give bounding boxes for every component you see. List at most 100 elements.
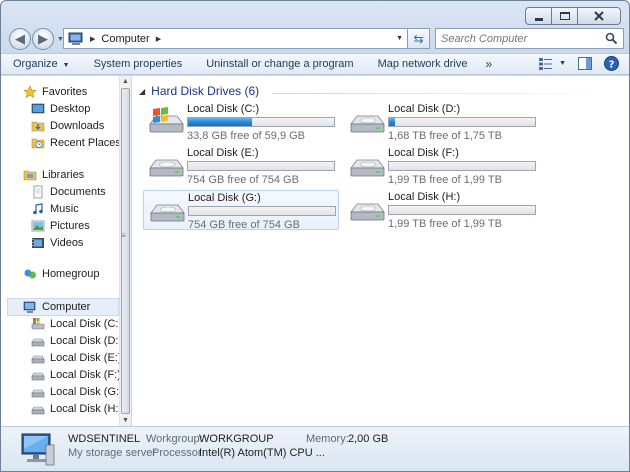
disk-free-space: 754 GB free of 754 GB (188, 219, 300, 231)
hard-drive-icon (31, 372, 45, 381)
arrow-left-icon: ◀ (15, 31, 25, 46)
nav-local-disk-h[interactable]: Local Disk (H:) (31, 401, 119, 417)
nav-computer[interactable]: Computer (7, 298, 119, 316)
hard-drive-icon (150, 204, 185, 222)
nav-desktop[interactable]: Desktop (31, 101, 90, 117)
refresh-button[interactable]: ⇆ (408, 28, 430, 49)
homegroup-icon (24, 269, 36, 279)
search-icon[interactable] (605, 32, 618, 45)
disk-name: Local Disk (H:) (388, 191, 461, 203)
nav-local-disk-d[interactable]: Local Disk (D:) (31, 333, 119, 349)
organize-label: Organize (13, 58, 58, 70)
preview-pane-icon[interactable] (578, 57, 592, 70)
search-box[interactable] (435, 28, 624, 49)
memory-label: Memory: (306, 433, 349, 445)
nav-music[interactable]: Music (31, 201, 79, 217)
back-button[interactable]: ◀ (9, 28, 31, 50)
recent-places-icon (31, 138, 45, 149)
nav-videos[interactable]: Videos (31, 235, 83, 251)
downloads-folder-icon (31, 121, 45, 132)
disk-free-space: 1,99 TB free of 1,99 TB (388, 174, 502, 186)
nav-desktop-label: Desktop (50, 103, 91, 115)
breadcrumb-separator-icon[interactable]: ▶ (156, 35, 161, 43)
disk-usage-bar (187, 161, 335, 171)
breadcrumb-separator-icon[interactable]: ▶ (90, 35, 95, 43)
map-network-drive-button[interactable]: Map network drive (366, 58, 480, 70)
refresh-icon: ⇆ (413, 31, 424, 46)
nav-local-disk-g[interactable]: Local Disk (G:) (31, 384, 119, 400)
disk-tile[interactable]: Local Disk (H:) 1,99 TB free of 1,99 TB (344, 190, 540, 230)
hard-drive-icon (149, 159, 184, 177)
more-commands-button[interactable]: » (479, 57, 498, 71)
hard-drive-icon (31, 389, 45, 398)
disk-tile[interactable]: Local Disk (E:) 754 GB free of 754 GB (143, 146, 339, 186)
address-bar[interactable]: ▶ Computer ▶ ▼ (63, 28, 408, 49)
scroll-up-icon[interactable]: ▲ (122, 78, 129, 85)
hard-drive-icon (350, 159, 385, 177)
nav-favorites[interactable]: Favorites (23, 84, 87, 100)
group-header-hard-disk-drives[interactable]: ◢ Hard Disk Drives (6) (139, 84, 259, 98)
disk-free-space: 1,68 TB free of 1,75 TB (388, 130, 502, 142)
desktop-icon (31, 103, 45, 114)
navigation-pane-scrollbar[interactable]: ▲ ≡ ▼ (119, 76, 131, 426)
videos-icon (32, 238, 44, 248)
nav-music-label: Music (50, 203, 79, 215)
processor-value: Intel(R) Atom(TM) CPU ... (199, 447, 325, 459)
nav-pictures[interactable]: Pictures (31, 218, 90, 234)
pictures-icon (31, 220, 45, 232)
hard-drive-icon (350, 115, 385, 133)
nav-videos-label: Videos (50, 237, 84, 249)
collapse-group-icon[interactable]: ◢ (139, 87, 145, 96)
nav-local-disk-f[interactable]: Local Disk (F:) (31, 367, 119, 383)
libraries-icon (23, 170, 37, 181)
forward-button[interactable]: ▶ (32, 28, 54, 50)
change-view-button[interactable]: ▼ (539, 57, 566, 70)
computer-icon (21, 433, 55, 466)
disk-tile[interactable]: Local Disk (C:) 33,8 GB free of 59,9 GB (143, 102, 339, 142)
disk-tile[interactable]: Local Disk (D:) 1,68 TB free of 1,75 TB (344, 102, 540, 142)
nav-local-disk-d-label: Local Disk (D:) (50, 335, 119, 347)
scroll-down-icon[interactable]: ▼ (122, 417, 129, 424)
address-dropdown-icon[interactable]: ▼ (396, 35, 403, 42)
nav-local-disk-e-label: Local Disk (E:) (50, 352, 119, 364)
disk-usage-bar (388, 161, 536, 171)
navigation-buttons: ◀ ▶ ▼ (9, 28, 64, 50)
help-icon[interactable]: ? (604, 56, 619, 71)
close-button[interactable] (577, 7, 621, 25)
disk-free-space: 1,99 TB free of 1,99 TB (388, 218, 502, 230)
nav-pictures-label: Pictures (50, 220, 90, 232)
nav-recent-places[interactable]: Recent Places (31, 135, 119, 151)
chevron-down-icon: ▼ (559, 60, 566, 67)
nav-local-disk-c-label: Local Disk (C:) (50, 318, 119, 330)
nav-documents[interactable]: Documents (31, 184, 106, 200)
system-drive-icon (31, 318, 45, 330)
computer-icon (23, 301, 36, 313)
nav-documents-label: Documents (50, 186, 106, 198)
disk-tile[interactable]: Local Disk (F:) 1,99 TB free of 1,99 TB (344, 146, 540, 186)
nav-local-disk-e[interactable]: Local Disk (E:) (31, 350, 119, 366)
nav-libraries[interactable]: Libraries (23, 167, 84, 183)
organize-button[interactable]: Organize ▼ (1, 58, 82, 70)
disk-name: Local Disk (G:) (188, 192, 261, 204)
disk-tile[interactable]: Local Disk (G:) 754 GB free of 754 GB (143, 190, 339, 231)
computer-name: WDSENTINEL (68, 433, 141, 445)
nav-downloads[interactable]: Downloads (31, 118, 104, 134)
svg-text:?: ? (609, 60, 615, 71)
breadcrumb-computer[interactable]: Computer (101, 33, 149, 45)
minimize-button[interactable] (525, 7, 551, 25)
memory-value: 2,00 GB (348, 433, 389, 445)
nav-favorites-label: Favorites (42, 86, 88, 98)
nav-local-disk-c[interactable]: Local Disk (C:) (31, 316, 119, 332)
search-input[interactable] (441, 32, 601, 45)
uninstall-program-button[interactable]: Uninstall or change a program (194, 58, 365, 70)
explorer-window: ◀ ▶ ▼ ▶ Computer ▶ ▼ ⇆ Organize ▼ System … (0, 0, 630, 472)
maximize-button[interactable] (551, 7, 577, 25)
hard-drive-icon (31, 338, 45, 347)
system-properties-button[interactable]: System properties (82, 58, 195, 70)
computer-icon (68, 32, 83, 45)
nav-homegroup[interactable]: Homegroup (23, 266, 99, 282)
disk-name: Local Disk (E:) (187, 147, 259, 159)
scrollbar-thumb[interactable] (121, 88, 130, 414)
caption-buttons (525, 7, 621, 25)
hard-drive-icon (31, 355, 45, 364)
